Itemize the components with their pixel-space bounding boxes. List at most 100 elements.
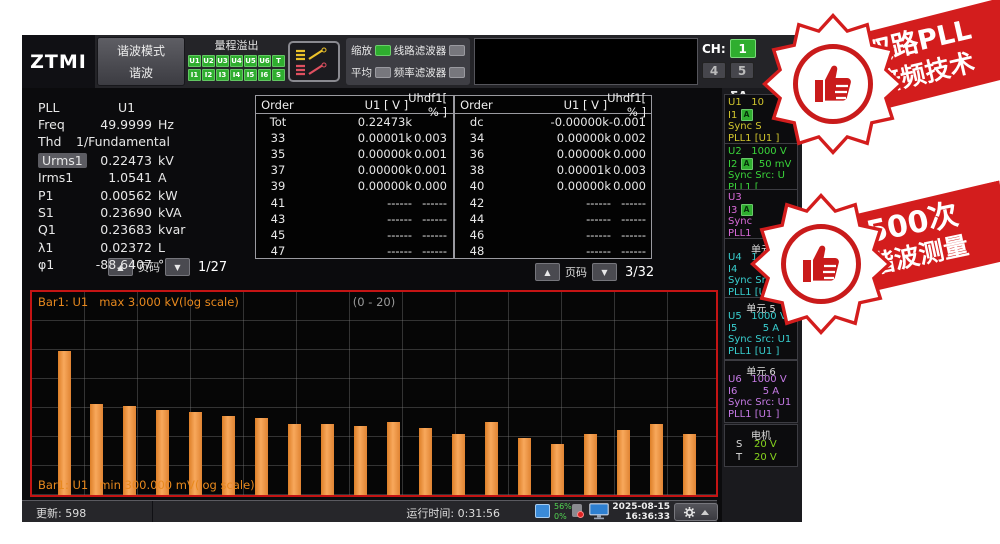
table-cell: 36	[455, 147, 499, 161]
unit-line: U6 1000 V	[728, 374, 794, 386]
measurement-row: Urms10.22473kV	[30, 153, 254, 168]
motor-value: 20 V	[754, 439, 777, 450]
filter-panel: 缩放 线路滤波器 平均 频率滤波器	[346, 38, 470, 85]
thumbs-up-emblem	[781, 224, 861, 304]
table-cell: 0.001	[412, 147, 453, 161]
table-row: 390.00000k0.000	[256, 178, 453, 194]
mode-line2: 谐波	[129, 64, 153, 81]
table-cell: ------	[499, 212, 611, 226]
measurement-value: -88.6407	[30, 257, 152, 272]
usage-percentages: 56% 0%	[554, 502, 572, 521]
measurement-unit: A	[158, 170, 167, 185]
page-up-button[interactable]: ▲	[535, 263, 560, 281]
table-row: 43------------	[256, 211, 453, 227]
motor-row: S20 V	[728, 438, 794, 451]
measurement-unit: °	[158, 257, 164, 272]
table-pager: ▲ 页码 ▼ 3/32	[535, 263, 654, 281]
range-indicator-u6: U6	[258, 55, 271, 67]
table-cell: 39	[256, 179, 300, 193]
measurement-unit: L	[158, 240, 165, 255]
table-cell: 0.00000k	[499, 179, 611, 193]
harmonic-bar	[650, 424, 663, 495]
measurement-row: P10.00562kW	[30, 188, 254, 203]
gear-icon	[683, 506, 696, 519]
table-cell: ------	[300, 228, 412, 242]
harmonic-bar	[255, 418, 268, 495]
col-u1: U1 [ V ]	[299, 98, 408, 112]
table-row: 360.00000k0.000	[455, 146, 652, 162]
page-label: 页码	[565, 264, 587, 280]
harmonic-bar	[387, 422, 400, 495]
range-indicator-s: S	[272, 69, 285, 81]
range-indicator-u2: U2	[202, 55, 215, 67]
table-cell: ------	[412, 244, 453, 258]
unit-line: PLL1 [U1 ]	[728, 409, 794, 421]
table-row: 46------------	[455, 227, 652, 243]
unit-line: I6 5 A	[728, 386, 794, 398]
harmonic-bar	[354, 426, 367, 495]
table-cell: ------	[499, 196, 611, 210]
range-indicator-i5: I5	[244, 69, 257, 81]
motor-row: T20 V	[728, 451, 794, 464]
table-row: 45------------	[256, 227, 453, 243]
average-label: 平均	[351, 65, 372, 80]
wiring-button[interactable]	[288, 41, 340, 82]
table-cell: 0.003	[412, 131, 453, 145]
pll-label: PLL	[38, 100, 59, 115]
channel-button-5[interactable]: 5	[730, 62, 754, 79]
harmonic-bar	[485, 422, 498, 495]
col-order: Order	[455, 98, 498, 112]
freq-filter-indicator	[449, 67, 465, 78]
measurement-unit: kVA	[158, 205, 182, 220]
chart-order-range: (0 - 20)	[353, 295, 395, 309]
wiring-icon	[293, 46, 335, 78]
time-text: 16:36:33	[612, 513, 670, 523]
usage-bottom: 0%	[554, 512, 572, 522]
table-cell: 0.00000k	[300, 163, 412, 177]
display-icon	[589, 503, 609, 520]
mode-button[interactable]: 谐波模式 谐波	[97, 37, 185, 86]
table-row: 380.00001k0.003	[455, 162, 652, 178]
table-row: 340.00000k0.002	[455, 130, 652, 146]
table-row: 42------------	[455, 194, 652, 210]
promo-badge-500-harmonics: 500次 谐波测量	[750, 183, 1000, 353]
table-cell: ------	[611, 196, 652, 210]
table-cell: 0.002	[611, 131, 652, 145]
update-counter: 更新: 598	[36, 505, 86, 521]
unit-line: Sync Src: U1	[728, 397, 794, 409]
table-cell: 46	[455, 228, 499, 242]
channel-button-4[interactable]: 4	[702, 62, 726, 79]
table-cell: ------	[611, 244, 652, 258]
harmonic-bar	[452, 434, 465, 495]
settings-button[interactable]	[674, 503, 718, 521]
channel-button-1[interactable]: 1	[730, 39, 756, 58]
measurement-value: 1.0541	[30, 170, 152, 185]
col-uhdf1: Uhdf1[ % ]	[408, 91, 453, 119]
table-cell: 45	[256, 228, 300, 242]
range-indicator-i6: I6	[258, 69, 271, 81]
range-indicator-u4: U4	[230, 55, 243, 67]
harmonic-bar	[617, 430, 630, 495]
top-bar: ZTMI 谐波模式 谐波 量程溢出 U1U2U3U4U5U6T I1I2I3I4…	[22, 35, 802, 88]
harmonic-bar	[58, 351, 71, 495]
measurement-row: Q10.23683kvar	[30, 222, 254, 237]
table-cell: ------	[412, 212, 453, 226]
auto-range-chip: A	[741, 158, 753, 170]
unit-line-text: Sync	[728, 216, 752, 227]
promo-badge-dual-pll: 双路PLL 倍频技术	[762, 5, 1000, 175]
zoom-label: 缩放	[351, 43, 372, 58]
page-down-button[interactable]: ▼	[592, 263, 617, 281]
range-indicator-u3: U3	[216, 55, 229, 67]
harmonic-bar	[683, 434, 696, 495]
unit-line-text: Sync Src: U1	[728, 397, 791, 408]
motor-block: 电机 S20 VT20 V	[724, 424, 798, 467]
brand-logo: ZTMI	[22, 35, 95, 88]
unit-line-text: PLL1 [U1 ]	[728, 409, 779, 420]
motor-label: T	[736, 451, 754, 464]
table-cell: 38	[455, 163, 499, 177]
motor-header: 电机	[728, 427, 794, 438]
status-bar: 更新: 598 运行时间: 0:31:56 56% 0% 2025-08-15 …	[22, 500, 717, 522]
range-indicator-i3: I3	[216, 69, 229, 81]
range-indicator-u5: U5	[244, 55, 257, 67]
storage-icon	[535, 504, 550, 518]
